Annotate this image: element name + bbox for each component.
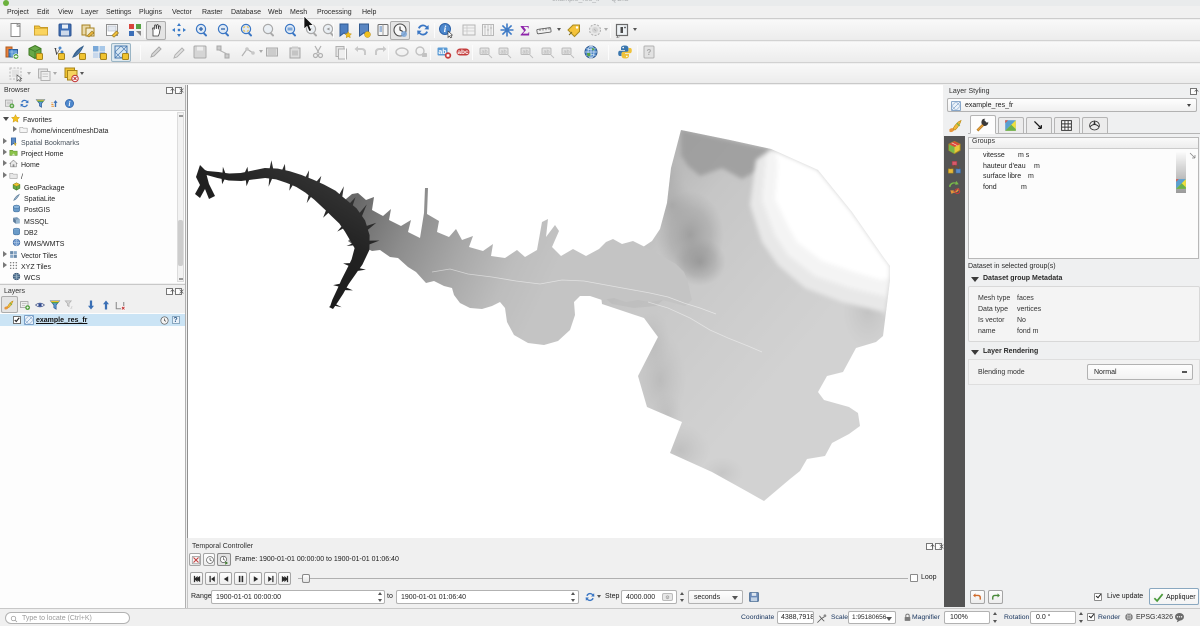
svg-text:abc: abc (457, 49, 469, 56)
svg-text:ab: ab (481, 49, 487, 55)
svg-text:Σ: Σ (520, 24, 530, 40)
svg-text:i: i (69, 101, 71, 108)
svg-text:ε: ε (71, 305, 74, 311)
svg-text:ab: ab (500, 49, 506, 55)
svg-text:ab: ab (543, 49, 549, 55)
svg-text:ab: ab (563, 49, 569, 55)
svg-text:?: ? (647, 48, 652, 57)
svg-text:ab: ab (522, 49, 528, 55)
